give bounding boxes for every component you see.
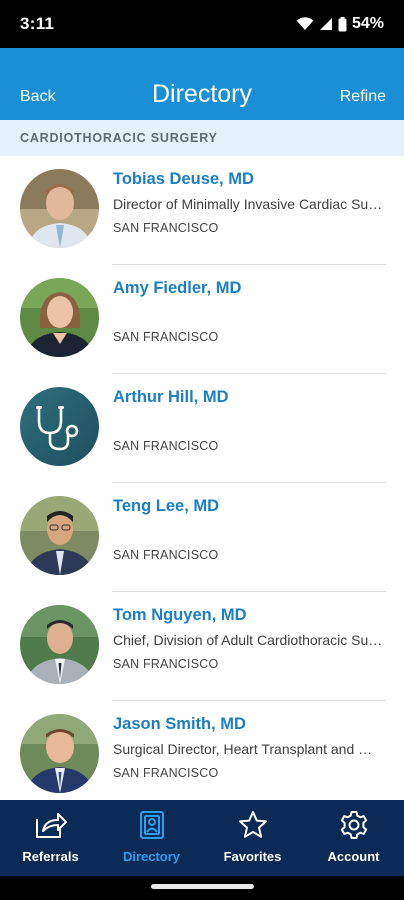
system-nav-bar xyxy=(0,876,404,900)
doctor-name[interactable]: Amy Fiedler, MD xyxy=(113,279,241,298)
avatar xyxy=(20,278,99,357)
doctor-list[interactable]: Tobias Deuse, MD Director of Minimally I… xyxy=(0,156,404,800)
tab-label: Referrals xyxy=(22,849,79,864)
avatar xyxy=(20,387,99,466)
doctor-location: SAN FRANCISCO xyxy=(113,766,219,780)
tab-favorites[interactable]: Favorites xyxy=(202,800,303,876)
doctor-name[interactable]: Teng Lee, MD xyxy=(113,497,219,516)
status-icons: 54% xyxy=(296,15,384,33)
list-item[interactable]: Arthur Hill, MD SAN FRANCISCO xyxy=(0,374,404,483)
bottom-tab-bar: Referrals Directory Favorites Account xyxy=(0,800,404,876)
directory-icon xyxy=(138,810,166,845)
avatar xyxy=(20,496,99,575)
list-item[interactable]: Tom Nguyen, MD Chief, Division of Adult … xyxy=(0,592,404,701)
tab-label: Favorites xyxy=(223,849,282,864)
doctor-location: SAN FRANCISCO xyxy=(113,548,219,562)
signal-icon xyxy=(319,17,333,31)
star-icon xyxy=(238,810,268,845)
tab-label: Directory xyxy=(122,849,181,864)
status-time: 3:11 xyxy=(20,14,55,33)
doctor-location: SAN FRANCISCO xyxy=(113,439,219,453)
list-item[interactable]: Tobias Deuse, MD Director of Minimally I… xyxy=(0,156,404,265)
doctor-name[interactable]: Jason Smith, MD xyxy=(113,715,246,734)
avatar xyxy=(20,169,99,248)
doctor-name[interactable]: Tom Nguyen, MD xyxy=(113,606,247,625)
gear-icon xyxy=(339,810,369,845)
doctor-location: SAN FRANCISCO xyxy=(113,330,219,344)
share-icon xyxy=(34,810,68,845)
tab-directory[interactable]: Directory xyxy=(101,800,202,876)
tab-referrals[interactable]: Referrals xyxy=(0,800,101,876)
doctor-title: Surgical Director, Heart Transplant and … xyxy=(113,741,383,757)
list-item[interactable]: Amy Fiedler, MD SAN FRANCISCO xyxy=(0,265,404,374)
section-header: CARDIOTHORACIC SURGERY xyxy=(0,120,404,156)
avatar xyxy=(20,714,99,793)
status-bar: 3:11 54% xyxy=(0,0,404,48)
battery-percent: 54% xyxy=(351,15,384,32)
doctor-title: Director of Minimally Invasive Cardiac S… xyxy=(113,196,383,212)
list-item[interactable]: Teng Lee, MD SAN FRANCISCO xyxy=(0,483,404,592)
tab-label: Account xyxy=(327,849,380,864)
doctor-name[interactable]: Tobias Deuse, MD xyxy=(113,170,254,189)
doctor-name[interactable]: Arthur Hill, MD xyxy=(113,388,229,407)
tab-account[interactable]: Account xyxy=(303,800,404,876)
list-item[interactable]: Jason Smith, MD Surgical Director, Heart… xyxy=(0,701,404,800)
doctor-title: Chief, Division of Adult Cardiothoracic … xyxy=(113,632,383,648)
refine-button[interactable]: Refine xyxy=(340,88,386,106)
app-header: Back Directory Refine xyxy=(0,48,404,120)
wifi-icon xyxy=(296,17,314,31)
battery-icon xyxy=(338,16,347,32)
avatar xyxy=(20,605,99,684)
doctor-location: SAN FRANCISCO xyxy=(113,221,219,235)
home-indicator[interactable] xyxy=(151,884,254,889)
doctor-location: SAN FRANCISCO xyxy=(113,657,219,671)
